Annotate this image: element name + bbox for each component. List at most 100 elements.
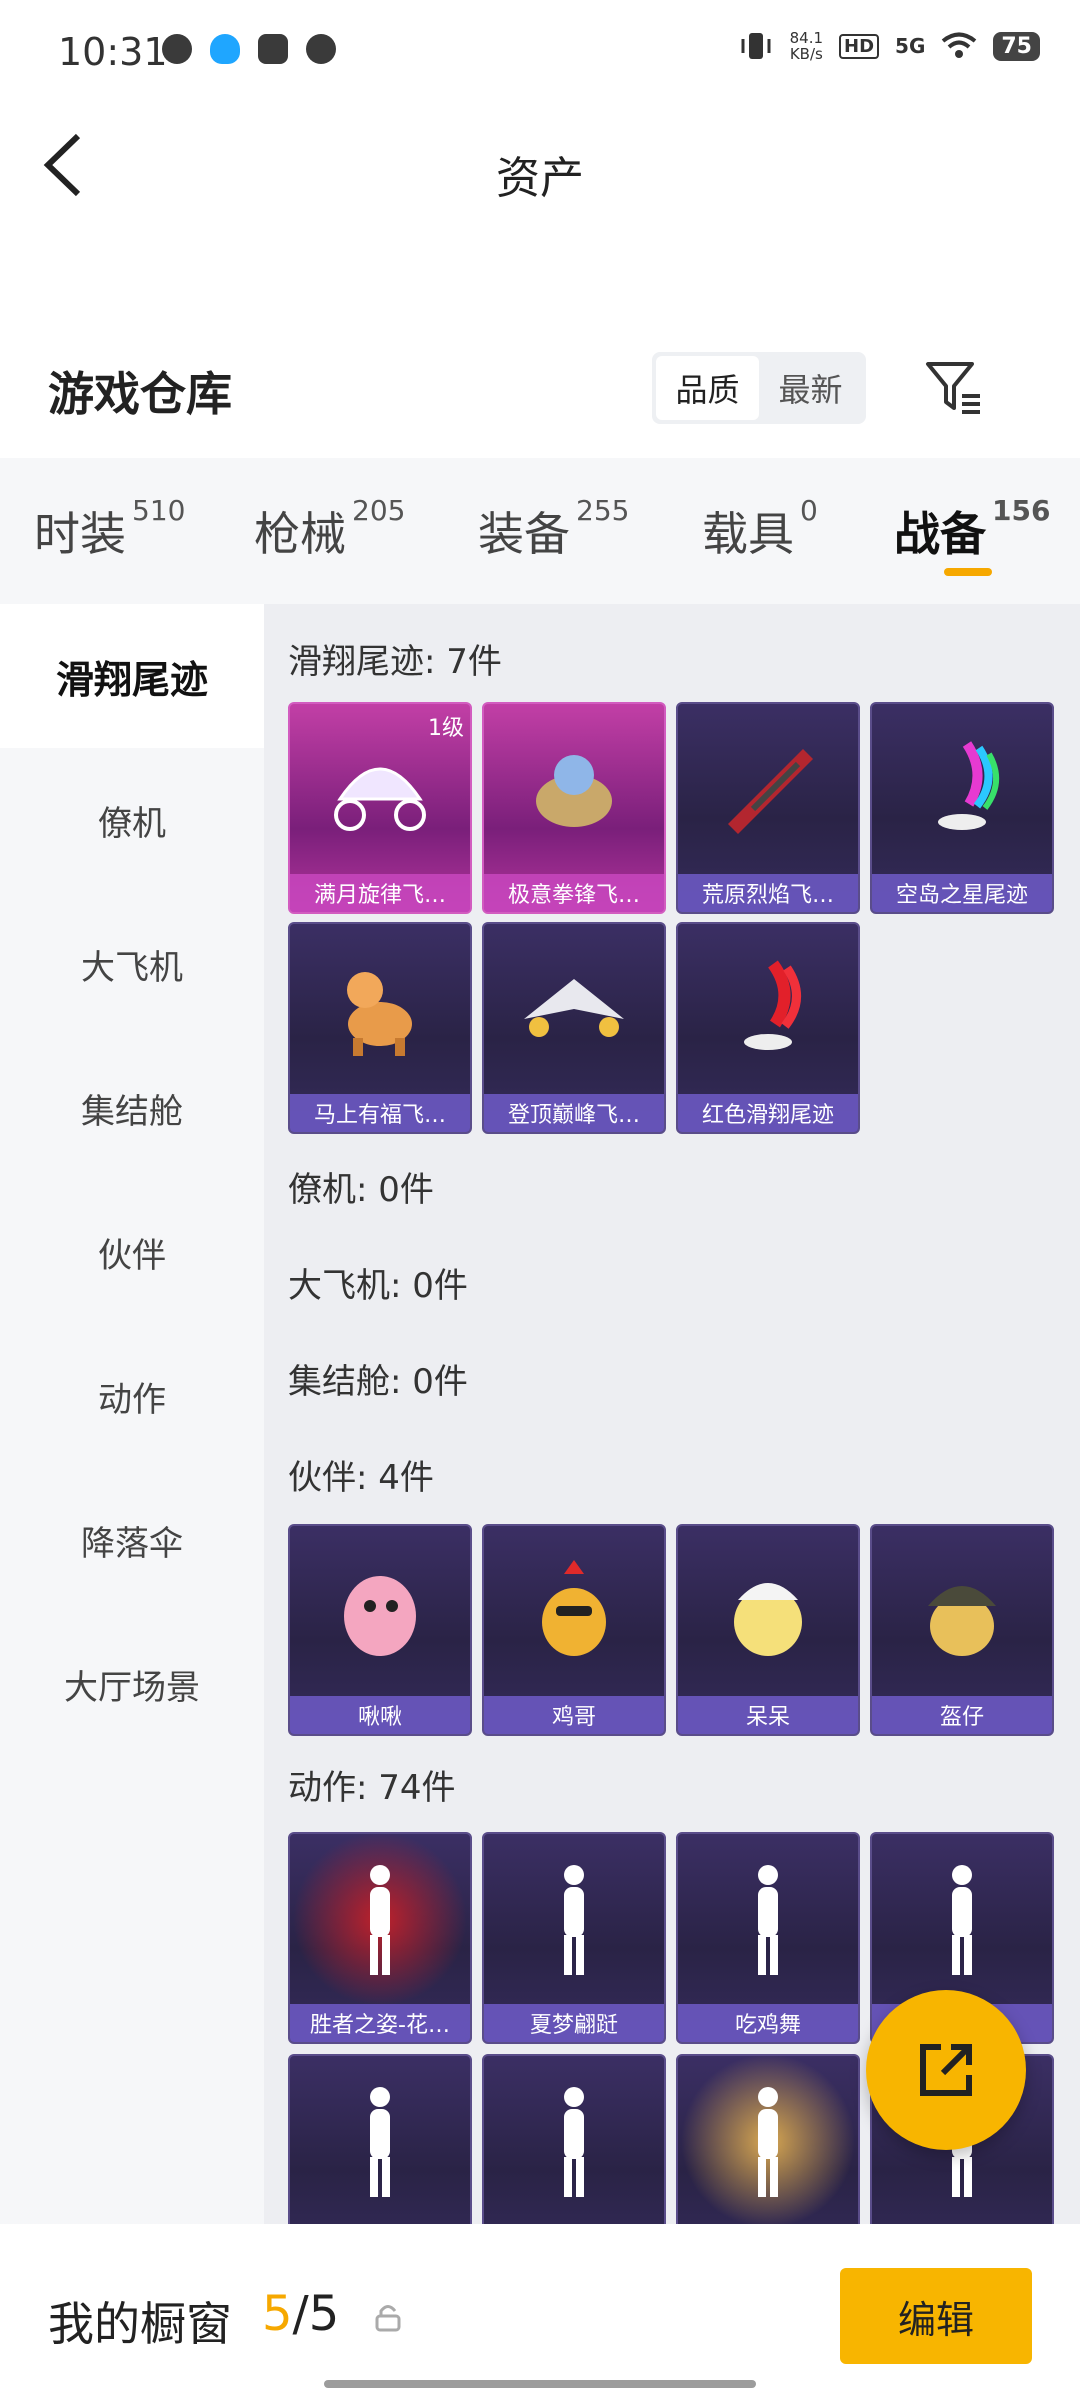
item-label: 极意拳锋飞… bbox=[484, 874, 664, 912]
dance-icon bbox=[678, 1834, 858, 2004]
window-total: 5 bbox=[308, 2286, 340, 2342]
item-card[interactable]: 夏梦翩跹 bbox=[482, 1832, 666, 2044]
status-time: 10:31 bbox=[58, 30, 168, 74]
item-label: 盔仔 bbox=[872, 1696, 1052, 1734]
item-card[interactable]: 红色滑翔尾迹 bbox=[676, 922, 860, 1134]
section-title-glide-trail: 滑翔尾迹: 7件 bbox=[288, 642, 502, 682]
qq-icon bbox=[210, 34, 240, 64]
active-tab-indicator bbox=[944, 568, 992, 576]
hd-badge: HD bbox=[839, 33, 880, 59]
item-card[interactable] bbox=[288, 2054, 472, 2224]
tab-label: 装备 bbox=[478, 507, 570, 561]
sidebar: 滑翔尾迹 僚机 大飞机 集结舱 伙伴 动作 降落伞 大厅场景 bbox=[0, 604, 264, 2224]
tab-count: 156 bbox=[992, 494, 1051, 527]
filter-button[interactable] bbox=[922, 356, 986, 420]
window-count: 5/5 bbox=[262, 2286, 339, 2342]
sidebar-item-wingman[interactable]: 僚机 bbox=[0, 748, 264, 892]
tab-firearms[interactable]: 枪械 205 bbox=[254, 494, 405, 564]
sidebar-item-rally-pod[interactable]: 集结舱 bbox=[0, 1036, 264, 1180]
item-label: 红色滑翔尾迹 bbox=[678, 1094, 858, 1132]
item-card[interactable]: 鸡哥 bbox=[482, 1524, 666, 1736]
vibrate-icon bbox=[741, 33, 771, 59]
item-card[interactable]: 胜者之姿-花… bbox=[288, 1832, 472, 2044]
my-window-label: 我的橱窗 bbox=[48, 2297, 232, 2351]
warehouse-title: 游戏仓库 bbox=[48, 367, 232, 421]
section-title-big-plane: 大飞机: 0件 bbox=[288, 1266, 468, 1306]
item-content: 滑翔尾迹: 7件 1级 满月旋律飞… 极意拳锋飞… 荒原烈焰飞… 空岛之星尾迹 … bbox=[264, 604, 1080, 2224]
tab-count: 255 bbox=[576, 494, 630, 527]
item-card[interactable]: 空岛之星尾迹 bbox=[870, 702, 1054, 914]
tab-vehicles[interactable]: 载具 0 bbox=[702, 494, 818, 564]
battery-level: 75 bbox=[993, 31, 1040, 61]
tab-label: 枪械 bbox=[254, 507, 346, 561]
network-speed: 84.1 KB/s bbox=[790, 30, 823, 62]
horse-icon bbox=[290, 924, 470, 1094]
item-label: 荒原烈焰飞… bbox=[678, 874, 858, 912]
sidebar-item-companion[interactable]: 伙伴 bbox=[0, 1180, 264, 1324]
rainbow-trail-icon bbox=[872, 704, 1052, 874]
red-trail-icon bbox=[678, 924, 858, 1094]
share-icon bbox=[920, 2044, 972, 2096]
item-card[interactable]: 啾啾 bbox=[288, 1524, 472, 1736]
item-card[interactable] bbox=[676, 2054, 860, 2224]
item-card[interactable]: 1级 满月旋律飞… bbox=[288, 702, 472, 914]
tab-count: 205 bbox=[352, 494, 406, 527]
item-label: 鸡哥 bbox=[484, 1696, 664, 1734]
item-label: 啾啾 bbox=[290, 1696, 470, 1734]
filter-icon bbox=[926, 362, 980, 414]
item-label: 吃鸡舞 bbox=[678, 2004, 858, 2042]
level-badge: 1级 bbox=[428, 716, 464, 741]
warehouse-row: 游戏仓库 品质 最新 bbox=[0, 340, 1080, 440]
chat-bubble-icon bbox=[162, 34, 192, 64]
dance-icon bbox=[290, 2056, 470, 2224]
bottom-bar: 我的橱窗 5/5 编辑 bbox=[0, 2224, 1080, 2400]
item-label: 登顶巅峰飞… bbox=[484, 1094, 664, 1132]
edit-button[interactable]: 编辑 bbox=[840, 2268, 1032, 2364]
home-indicator[interactable] bbox=[324, 2380, 756, 2388]
sort-quality-button[interactable]: 品质 bbox=[656, 356, 759, 420]
sort-toggle: 品质 最新 bbox=[652, 352, 866, 424]
tab-label: 战备 bbox=[894, 507, 986, 561]
pink-bird-icon bbox=[290, 1526, 470, 1696]
item-label: 满月旋律飞… bbox=[290, 874, 470, 912]
tab-equipment[interactable]: 装备 255 bbox=[478, 494, 629, 564]
item-label: 胜者之姿-花… bbox=[290, 2004, 470, 2042]
rooster-icon bbox=[484, 1526, 664, 1696]
tab-count: 510 bbox=[132, 494, 186, 527]
network-type: 5G bbox=[895, 34, 926, 58]
section-title-wingman: 僚机: 0件 bbox=[288, 1170, 434, 1210]
tab-count: 0 bbox=[800, 494, 818, 527]
item-card[interactable]: 呆呆 bbox=[676, 1524, 860, 1736]
item-card[interactable]: 荒原烈焰飞… bbox=[676, 702, 860, 914]
item-label: 空岛之星尾迹 bbox=[872, 874, 1052, 912]
status-right: 84.1 KB/s HD 5G 75 bbox=[738, 30, 1040, 62]
sidebar-item-emote[interactable]: 动作 bbox=[0, 1324, 264, 1468]
sidebar-item-lobby-scene[interactable]: 大厅场景 bbox=[0, 1612, 264, 1756]
section-title-emote: 动作: 74件 bbox=[288, 1768, 456, 1808]
wifi-icon bbox=[942, 32, 977, 58]
header: 资产 bbox=[0, 120, 1080, 220]
share-button[interactable] bbox=[866, 1990, 1026, 2150]
item-card[interactable]: 盔仔 bbox=[870, 1524, 1054, 1736]
speed-unit: KB/s bbox=[789, 45, 823, 63]
item-card[interactable] bbox=[482, 2054, 666, 2224]
item-card[interactable]: 登顶巅峰飞… bbox=[482, 922, 666, 1134]
tab-combat-prep[interactable]: 战备 156 bbox=[894, 494, 1050, 564]
pose-icon bbox=[290, 1834, 470, 2004]
sidebar-item-parachute[interactable]: 降落伞 bbox=[0, 1468, 264, 1612]
section-title-rally-pod: 集结舱: 0件 bbox=[288, 1362, 468, 1402]
sort-newest-button[interactable]: 最新 bbox=[759, 356, 862, 420]
category-tabs: 时装 510 枪械 205 装备 255 载具 0 战备 156 bbox=[0, 458, 1080, 604]
sidebar-item-big-plane[interactable]: 大飞机 bbox=[0, 892, 264, 1036]
item-card[interactable]: 马上有福飞… bbox=[288, 922, 472, 1134]
item-card[interactable]: 吃鸡舞 bbox=[676, 1832, 860, 2044]
page-title: 资产 bbox=[496, 153, 584, 204]
jet-icon bbox=[484, 924, 664, 1094]
tab-fashion[interactable]: 时装 510 bbox=[34, 494, 185, 564]
lock-icon bbox=[375, 2305, 401, 2332]
sidebar-item-glide-trail[interactable]: 滑翔尾迹 bbox=[0, 604, 264, 748]
section-title-companion: 伙伴: 4件 bbox=[288, 1458, 434, 1498]
window-current: 5 bbox=[262, 2286, 293, 2342]
item-card[interactable]: 极意拳锋飞… bbox=[482, 702, 666, 914]
speed-value: 84.1 bbox=[789, 29, 824, 47]
